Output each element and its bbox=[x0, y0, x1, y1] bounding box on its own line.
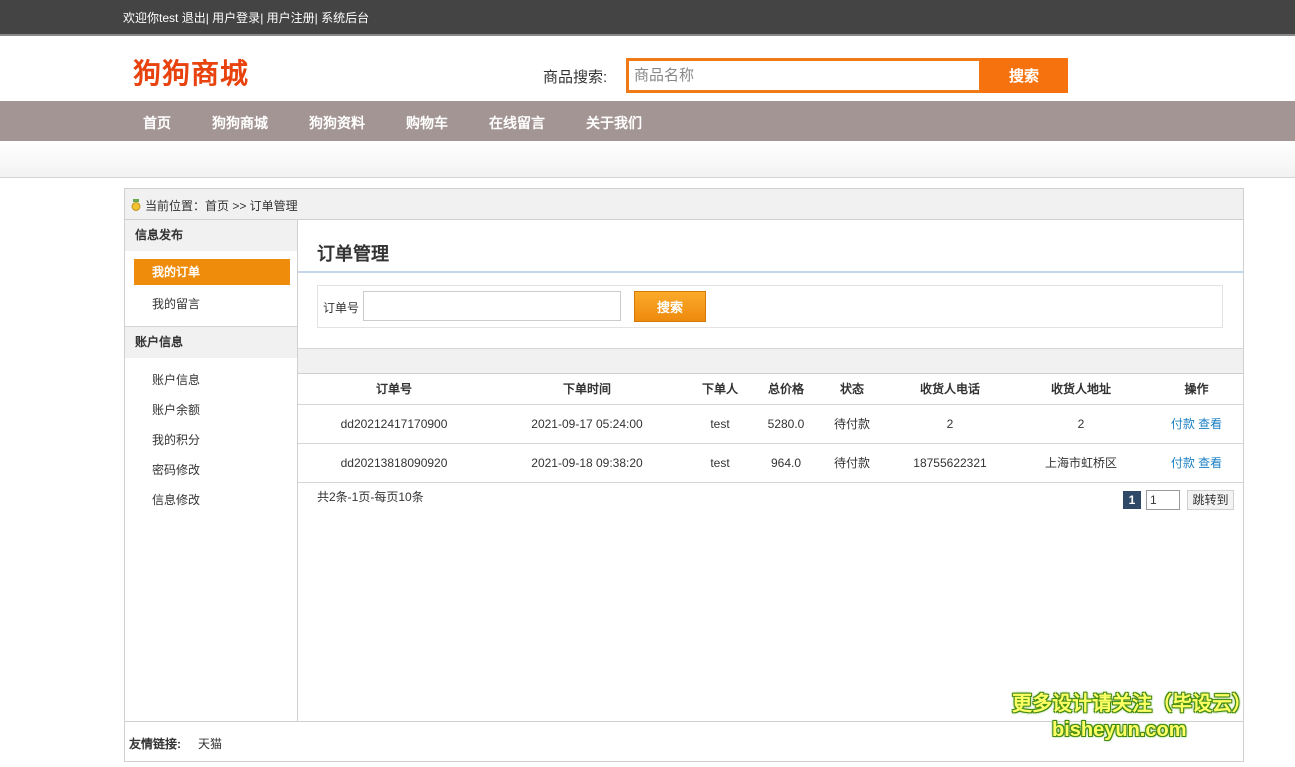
cell-orderer: test bbox=[684, 443, 756, 483]
pay-link[interactable]: 付款 bbox=[1171, 456, 1195, 470]
nav-shop[interactable]: 狗狗商城 bbox=[212, 113, 268, 133]
cell-order-id: dd20213818090920 bbox=[298, 443, 490, 483]
search-button[interactable]: 搜索 bbox=[980, 58, 1068, 93]
watermark: 更多设计请关注（毕设云） bisheyun.com bbox=[1012, 691, 1252, 743]
content-area: 订单管理 订单号 搜索 订单号 下单时间 下单人 总价格 状态 收货人电话 收货… bbox=[298, 220, 1243, 721]
view-link[interactable]: 查看 bbox=[1198, 456, 1222, 470]
column-header: 操作 bbox=[1150, 374, 1243, 405]
search-box bbox=[626, 58, 982, 93]
main-frame: 当前位置：首页 >> 订单管理 信息发布 我的订单 我的留言 账户信息 账户信息… bbox=[124, 188, 1244, 762]
column-header: 下单人 bbox=[684, 374, 756, 405]
register-link[interactable]: 用户注册 bbox=[267, 11, 315, 25]
cell-total: 964.0 bbox=[756, 443, 816, 483]
sidebar-item-my-messages[interactable]: 我的留言 bbox=[152, 295, 200, 312]
order-number-input[interactable] bbox=[363, 291, 621, 321]
login-link[interactable]: 用户登录 bbox=[212, 11, 260, 25]
table-header-row: 订单号 下单时间 下单人 总价格 状态 收货人电话 收货人地址 操作 bbox=[298, 374, 1243, 405]
nav-info[interactable]: 狗狗资料 bbox=[309, 113, 365, 133]
separator: | bbox=[314, 11, 318, 25]
breadcrumb: 当前位置：首页 >> 订单管理 bbox=[145, 199, 298, 213]
order-filter: 订单号 搜索 bbox=[317, 285, 1223, 328]
cell-order-id: dd20212417170900 bbox=[298, 404, 490, 444]
friend-link-tmall[interactable]: 天猫 bbox=[198, 735, 222, 752]
admin-link[interactable]: 系统后台 bbox=[321, 11, 369, 25]
separator: | bbox=[260, 11, 264, 25]
sidebar-item-points[interactable]: 我的积分 bbox=[152, 431, 200, 448]
column-header: 状态 bbox=[816, 374, 888, 405]
top-bar: 欢迎你test 退出| 用户登录| 用户注册| 系统后台 bbox=[0, 0, 1295, 36]
column-header: 总价格 bbox=[756, 374, 816, 405]
page-title: 订单管理 bbox=[317, 244, 389, 264]
column-header: 收货人地址 bbox=[1012, 374, 1150, 405]
cell-order-time: 2021-09-18 09:38:20 bbox=[490, 443, 684, 483]
page-jump-input[interactable]: 1 bbox=[1146, 490, 1180, 510]
nav-home[interactable]: 首页 bbox=[143, 113, 171, 133]
breadcrumb-bar: 当前位置：首页 >> 订单管理 bbox=[125, 189, 1243, 220]
cell-address: 2 bbox=[1012, 404, 1150, 444]
cell-phone: 18755622321 bbox=[888, 443, 1012, 483]
pagination-info: 共2条-1页-每页10条 bbox=[317, 490, 424, 504]
sidebar-section-publish: 信息发布 bbox=[125, 220, 297, 251]
separator: | bbox=[205, 11, 209, 25]
sidebar-item-password[interactable]: 密码修改 bbox=[152, 461, 200, 478]
search-label: 商品搜索: bbox=[543, 69, 608, 86]
site-logo[interactable]: 狗狗商城 bbox=[133, 52, 249, 92]
nav-message[interactable]: 在线留言 bbox=[489, 113, 545, 133]
sidebar: 信息发布 我的订单 我的留言 账户信息 账户信息 账户余额 我的积分 密码修改 … bbox=[125, 220, 298, 721]
order-search-button[interactable]: 搜索 bbox=[634, 291, 706, 322]
sidebar-item-my-orders[interactable]: 我的订单 bbox=[134, 259, 290, 285]
nav-cart[interactable]: 购物车 bbox=[406, 113, 448, 133]
search-input[interactable] bbox=[629, 61, 979, 90]
page-jump-button[interactable]: 跳转到 bbox=[1187, 490, 1234, 510]
cell-total: 5280.0 bbox=[756, 404, 816, 444]
watermark-line1: 更多设计请关注（毕设云） bbox=[1012, 693, 1252, 715]
table-row: dd20213818090920 2021-09-18 09:38:20 tes… bbox=[298, 443, 1243, 483]
column-header: 订单号 bbox=[298, 374, 490, 405]
watermark-line2: bisheyun.com bbox=[1052, 719, 1187, 741]
order-number-label: 订单号 bbox=[323, 301, 360, 315]
cell-status: 待付款 bbox=[816, 443, 888, 483]
orders-table: 订单号 下单时间 下单人 总价格 状态 收货人电话 收货人地址 操作 dd202… bbox=[298, 348, 1243, 483]
column-header: 下单时间 bbox=[490, 374, 684, 405]
cell-phone: 2 bbox=[888, 404, 1012, 444]
nav-about[interactable]: 关于我们 bbox=[586, 113, 642, 133]
title-divider bbox=[298, 271, 1243, 273]
sidebar-item-edit-info[interactable]: 信息修改 bbox=[152, 491, 200, 508]
table-row: dd20212417170900 2021-09-17 05:24:00 tes… bbox=[298, 404, 1243, 444]
sidebar-item-balance[interactable]: 账户余额 bbox=[152, 401, 200, 418]
current-page[interactable]: 1 bbox=[1123, 491, 1141, 509]
logout-link[interactable]: 退出 bbox=[182, 11, 206, 25]
table-toolbar bbox=[298, 348, 1243, 374]
medal-icon bbox=[131, 199, 141, 211]
cell-orderer: test bbox=[684, 404, 756, 444]
welcome-text: 欢迎你test bbox=[123, 11, 179, 25]
cell-actions: 付款 查看 bbox=[1150, 443, 1243, 483]
view-link[interactable]: 查看 bbox=[1198, 417, 1222, 431]
cell-address: 上海市虹桥区 bbox=[1012, 443, 1150, 483]
top-links: 欢迎你test 退出| 用户登录| 用户注册| 系统后台 bbox=[123, 9, 369, 26]
cell-status: 待付款 bbox=[816, 404, 888, 444]
sidebar-item-account-info[interactable]: 账户信息 bbox=[152, 371, 200, 388]
main-nav: 首页 狗狗商城 狗狗资料 购物车 在线留言 关于我们 bbox=[0, 101, 1295, 141]
friend-links-label: 友情链接: bbox=[129, 737, 181, 751]
pay-link[interactable]: 付款 bbox=[1171, 417, 1195, 431]
cell-order-time: 2021-09-17 05:24:00 bbox=[490, 404, 684, 444]
banner-strip bbox=[0, 141, 1295, 178]
column-header: 收货人电话 bbox=[888, 374, 1012, 405]
cell-actions: 付款 查看 bbox=[1150, 404, 1243, 444]
sidebar-section-account: 账户信息 bbox=[125, 327, 297, 358]
